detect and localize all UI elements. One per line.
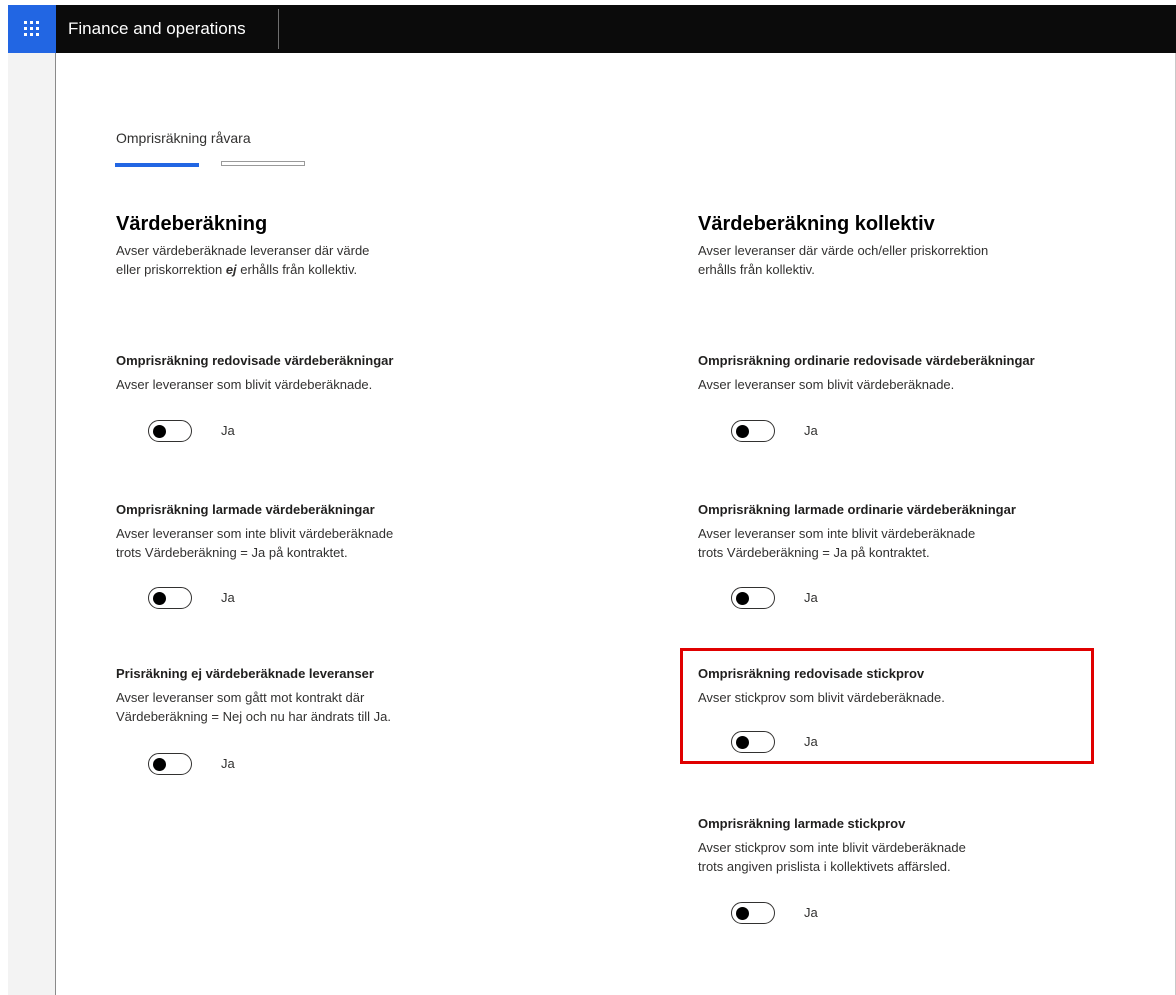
setting-ordinarie-redovisade: Omprisräkning ordinarie redovisade värde… [698,352,1078,394]
tab-omprisrakning-ravara[interactable] [115,163,199,167]
section-description: Avser värdeberäknade leveranser där värd… [116,241,536,279]
top-bar: Finance and operations [8,5,1176,53]
desc-line-1: Avser leveranser som gått mot kontrakt d… [116,690,365,705]
desc-line-2a: eller priskorrektion [116,262,226,277]
section-description: Avser leveranser där värde och/eller pri… [698,241,1118,279]
desc-line-1: Avser leveranser som inte blivit värdebe… [116,526,394,541]
toggle-label: Ja [804,905,818,920]
setting-description: Avser leveranser som blivit värdeberäkna… [698,377,955,392]
waffle-icon [24,21,39,36]
navigation-rail [8,53,56,995]
setting-title: Omprisräkning redovisade värdeberäkninga… [116,353,394,368]
toggle-larmade-ordinarie[interactable] [731,587,775,609]
toggle-row: Ja [731,902,871,926]
setting-ej-vardeberaknade-leveranser: Prisräkning ej värdeberäknade leveranser… [116,665,496,726]
toggle-label: Ja [221,590,235,605]
desc-line-2b: erhålls från kollektiv. [236,262,358,277]
desc-line-2: trots Värdeberäkning = Ja på kontraktet. [698,545,930,560]
app-launcher-button[interactable] [8,5,56,53]
setting-description: Avser leveranser som gått mot kontrakt d… [116,688,496,726]
toggle-row: Ja [731,420,871,444]
toggle-label: Ja [221,756,235,771]
setting-larmade-vardeberakningar: Omprisräkning larmade värdeberäkningar A… [116,501,496,562]
toggle-knob [736,424,749,438]
setting-description: Avser stickprov som inte blivit värdeber… [698,838,1078,876]
toggle-label: Ja [804,590,818,605]
toggle-row: Ja [148,420,288,444]
desc-line-1: Avser leveranser som inte blivit värdebe… [698,526,976,541]
setting-title: Omprisräkning larmade ordinarie värdeber… [698,502,1016,517]
setting-larmade-stickprov: Omprisräkning larmade stickprov Avser st… [698,815,1078,876]
desc-line-1: Avser stickprov som inte blivit värdeber… [698,840,966,855]
toggle-larmade-vardeberakningar[interactable] [148,587,192,609]
section-title-vardeberakning-kollektiv: Värdeberäkning kollektiv [698,213,935,235]
app-title: Finance and operations [68,19,246,38]
desc-line-2: Värdeberäkning = Nej och nu har ändrats … [116,709,391,724]
setting-title: Omprisräkning larmade stickprov [698,816,906,831]
toggle-ej-vardeberaknade-leveranser[interactable] [148,753,192,775]
toggle-label: Ja [221,423,235,438]
toggle-redovisade-vardeberakningar[interactable] [148,420,192,442]
desc-emphasis: ej [225,262,237,277]
toggle-knob [153,424,166,438]
toggle-knob [153,591,166,605]
toggle-knob [736,591,749,605]
highlight-box [680,648,1094,764]
desc-line-1: Avser värdeberäknade leveranser där värd… [116,243,370,258]
toggle-row: Ja [731,587,871,611]
setting-title: Omprisräkning ordinarie redovisade värde… [698,353,1035,368]
setting-description: Avser leveranser som inte blivit värdebe… [116,524,496,562]
setting-description: Avser leveranser som blivit värdeberäkna… [116,377,373,392]
setting-title: Omprisräkning larmade värdeberäkningar [116,502,375,517]
tab-label: Omprisräkning råvara [116,130,251,146]
toggle-larmade-stickprov[interactable] [731,902,775,924]
setting-title: Prisräkning ej värdeberäknade leveranser [116,666,374,681]
desc-line-1: Avser leveranser där värde och/eller pri… [698,243,989,258]
right-column-header: Värdeberäkning kollektiv Avser leveranse… [698,210,1118,279]
desc-line-2: trots angiven prislista i kollektivets a… [698,859,951,874]
toggle-label: Ja [804,423,818,438]
setting-larmade-ordinarie: Omprisräkning larmade ordinarie värdeber… [698,501,1078,562]
section-title-vardeberakning: Värdeberäkning [116,213,268,235]
toggle-knob [153,757,166,771]
tab-second[interactable] [221,161,305,166]
toggle-row: Ja [148,753,288,777]
toggle-knob [736,906,749,920]
title-divider [278,9,279,49]
toggle-ordinarie-redovisade[interactable] [731,420,775,442]
setting-description: Avser leveranser som inte blivit värdebe… [698,524,1078,562]
setting-redovisade-vardeberakningar: Omprisräkning redovisade värdeberäkninga… [116,352,496,394]
desc-line-2: erhålls från kollektiv. [698,262,815,277]
desc-line-2: trots Värdeberäkning = Ja på kontraktet. [116,545,348,560]
left-column-header: Värdeberäkning Avser värdeberäknade leve… [116,210,536,279]
toggle-row: Ja [148,587,288,611]
